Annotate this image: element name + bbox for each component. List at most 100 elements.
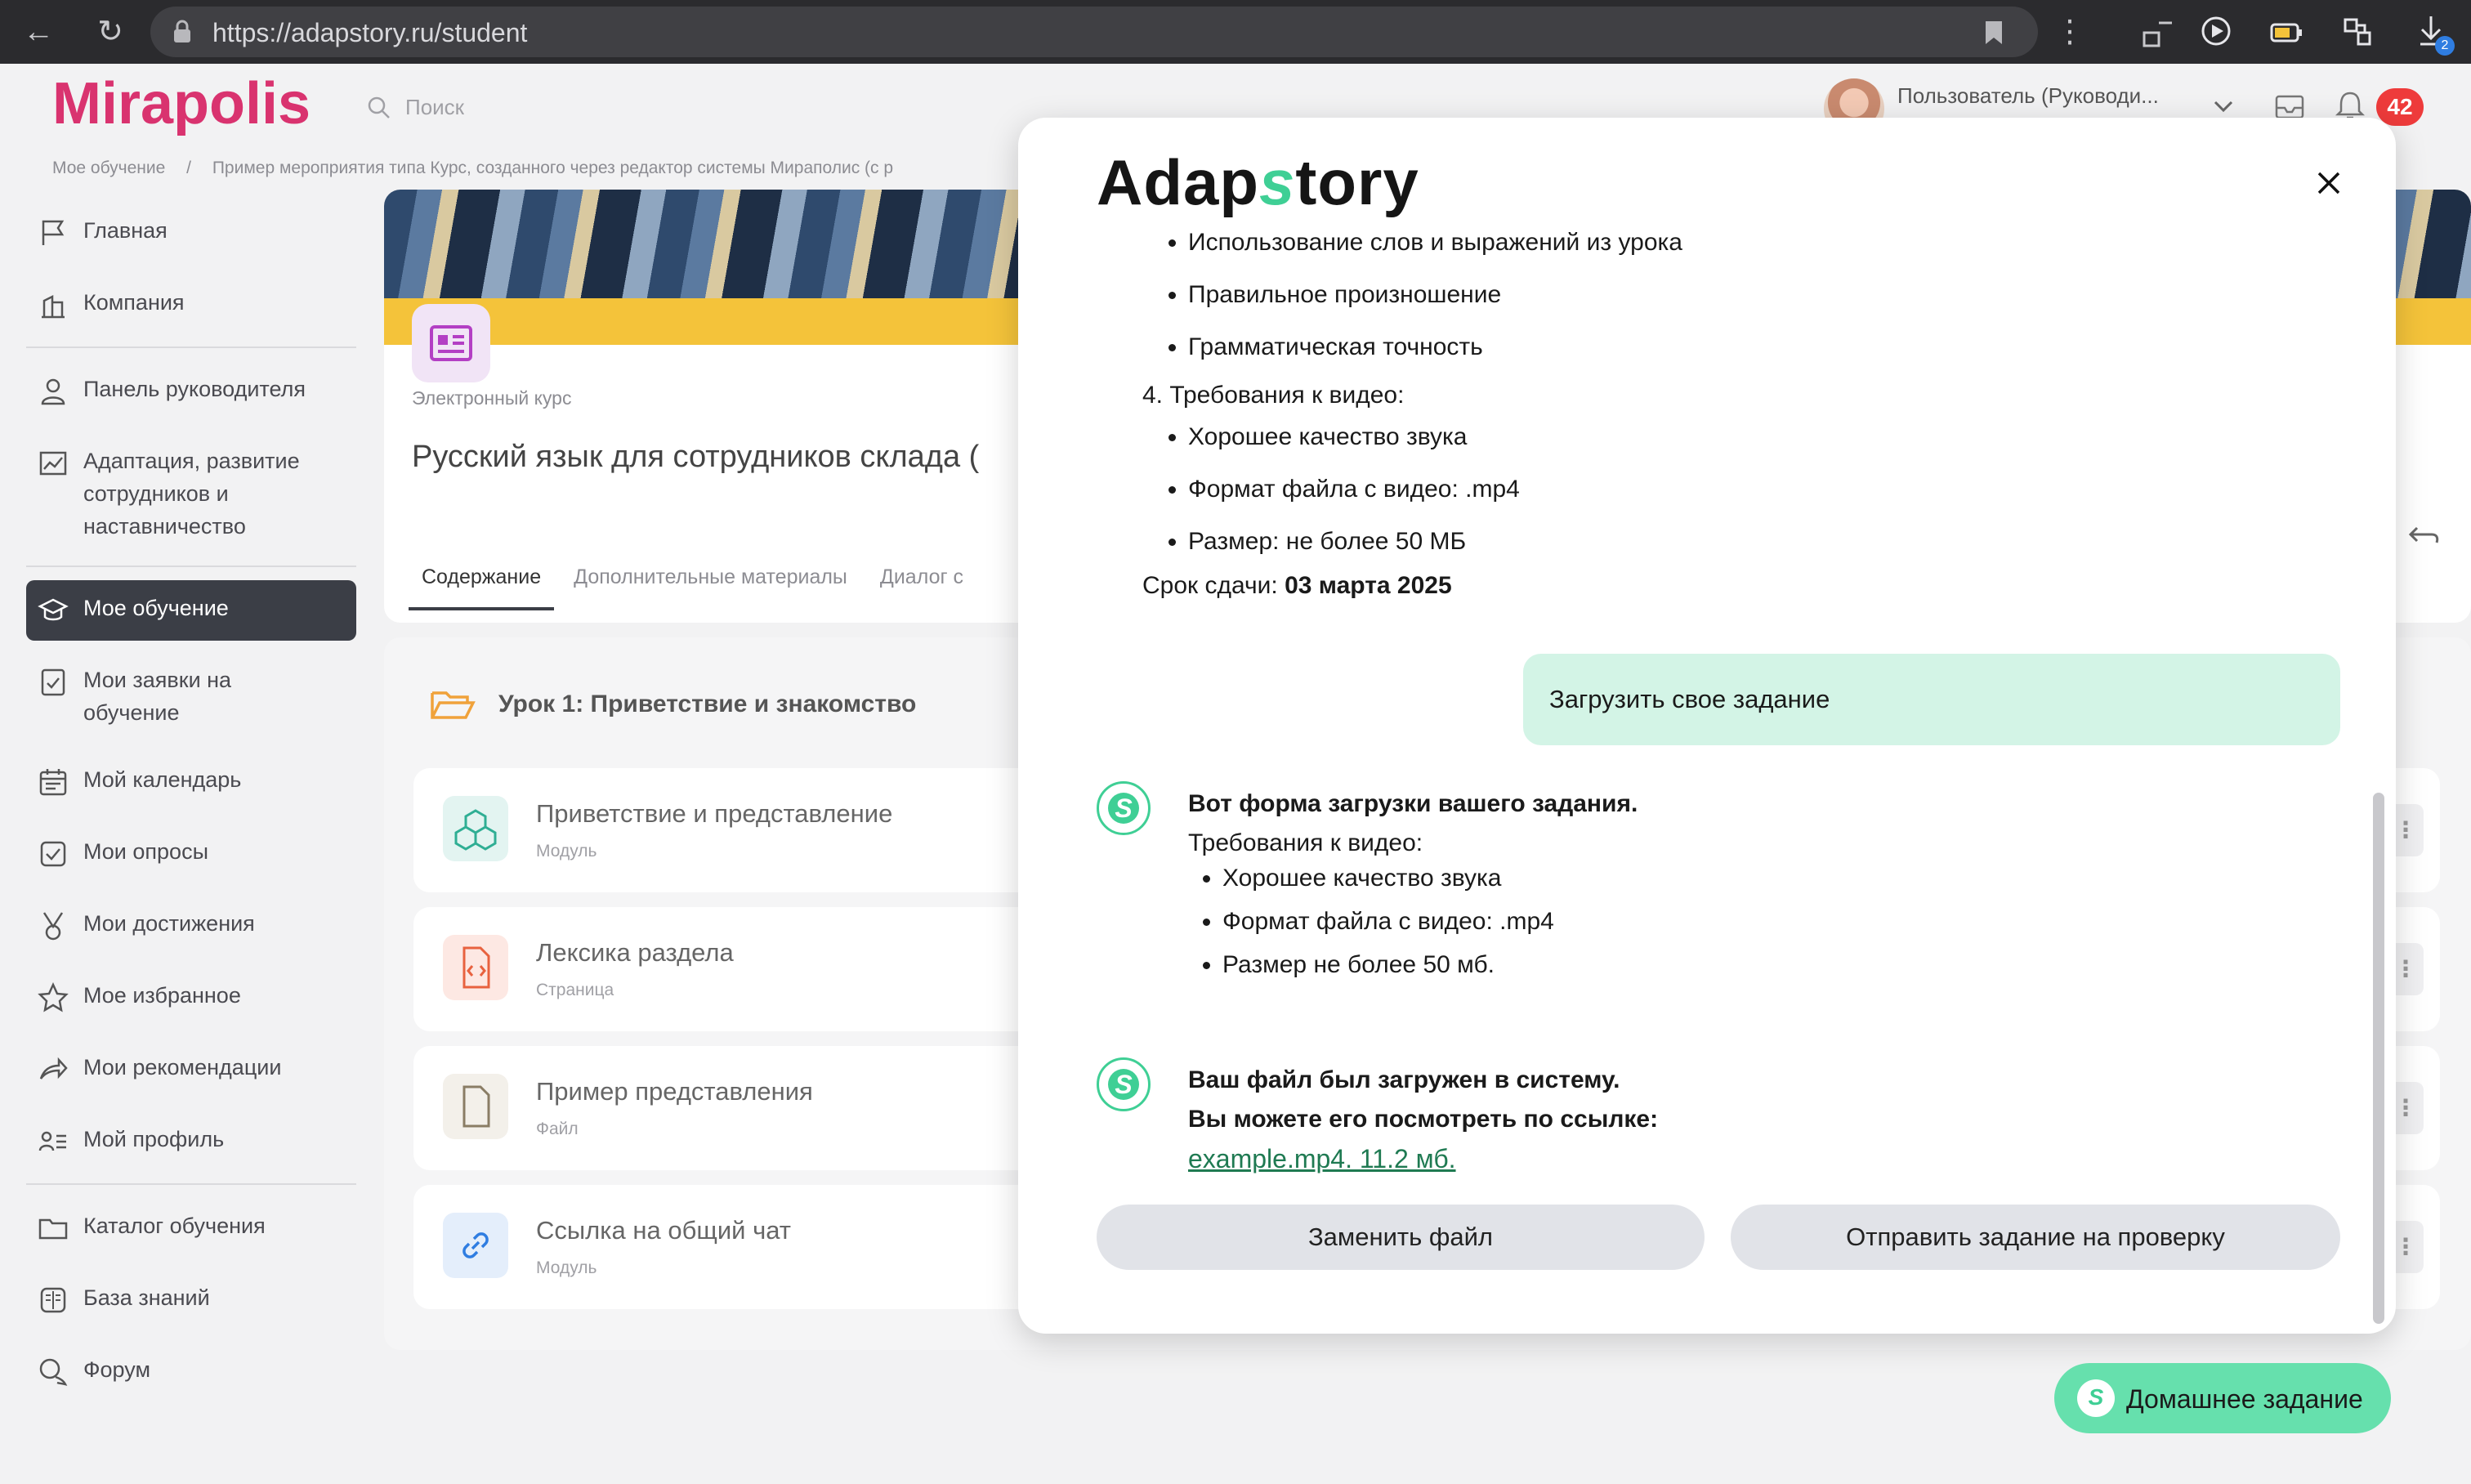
flag-icon (42, 220, 65, 245)
sidebar-item-calendar[interactable]: Мой календарь (26, 752, 356, 812)
close-icon[interactable] (2311, 165, 2347, 201)
sidebar-item-requests[interactable]: Мои заявки на обучение (26, 652, 356, 740)
lesson-item-title: Пример представления (536, 1077, 813, 1106)
module-icon-box (443, 796, 508, 861)
sidebar-item-label: Мои рекомендации (83, 1055, 282, 1079)
sidebar-item-label: Мои заявки на обучение (83, 668, 232, 725)
link-icon-box (443, 1213, 508, 1278)
survey-icon (40, 841, 66, 867)
sidebar-item-recommendations[interactable]: Мои рекомендации (26, 1039, 356, 1100)
sidebar-item-my-learning[interactable]: Мое обучение (26, 580, 356, 641)
requirement-item: Хорошее качество звука (1222, 863, 1638, 893)
link-icon (462, 1232, 489, 1258)
sidebar-item-label: Мой календарь (83, 767, 242, 792)
sidebar: Главная Компания Панель руководителя Ада… (26, 203, 356, 1414)
share-arrow-icon (39, 1057, 68, 1079)
star-icon (38, 982, 69, 1012)
sidebar-item-label: Мое избранное (83, 983, 241, 1008)
chevron-down-icon[interactable] (2211, 96, 2236, 116)
bot-message-line: Ваш файл был загружен в систему. (1188, 1066, 1620, 1093)
inbox-icon[interactable] (2273, 92, 2306, 121)
homework-button[interactable]: S Домашнее задание (2054, 1363, 2391, 1433)
adapstory-bot-avatar: S (1097, 1057, 1151, 1111)
lesson-item-type: Модуль (536, 842, 597, 860)
lesson-item-title: Лексика раздела (536, 938, 734, 967)
modal-scrollbar[interactable] (2373, 793, 2384, 1324)
adapstory-s-icon: S (2077, 1379, 2115, 1417)
reply-arrow-icon (2408, 526, 2439, 543)
bot-message-subtitle: Требования к видео: (1188, 829, 1423, 856)
sidebar-item-adaptation[interactable]: Адаптация, развитие сотрудников и настав… (26, 433, 356, 554)
breadcrumb-separator: / (186, 159, 191, 177)
tab-content[interactable]: Содержание (409, 565, 555, 610)
lesson-item-title: Приветствие и представление (536, 799, 893, 828)
back-arrow-icon[interactable]: ← (20, 13, 57, 51)
sidebar-item-achievements[interactable]: Мои достижения (26, 896, 356, 956)
criteria-item: Использование слов и выражений из урока (1188, 227, 2322, 257)
page-icon-box (443, 935, 508, 1000)
breadcrumb-item[interactable]: Пример мероприятия типа Курс, созданного… (212, 159, 893, 177)
checklist-icon (41, 668, 65, 696)
notifications-badge[interactable]: 42 (2376, 88, 2424, 126)
media-play-icon[interactable] (2200, 15, 2236, 51)
open-folder-icon (431, 691, 476, 719)
calendar-icon (39, 769, 67, 796)
sidebar-item-company[interactable]: Компания (26, 275, 356, 335)
sidebar-item-forum[interactable]: Форум (26, 1342, 356, 1402)
requirement-item: Хорошее качество звука (1188, 422, 2322, 452)
criteria-item: Правильное произношение (1188, 279, 2322, 310)
sidebar-item-profile[interactable]: Мой профиль (26, 1111, 356, 1172)
bot-requirements-list: Хорошее качество звука Формат файла с ви… (1222, 863, 1638, 980)
sidebar-item-label: Форум (83, 1357, 151, 1382)
sidebar-item-surveys[interactable]: Мои опросы (26, 824, 356, 884)
cubes-icon (454, 809, 497, 851)
breadcrumb: Мое обучение / Пример мероприятия типа К… (52, 159, 909, 178)
sidebar-item-favorites[interactable]: Мое избранное (26, 968, 356, 1028)
sidebar-item-catalog[interactable]: Каталог обучения (26, 1198, 356, 1258)
deadline-value: 03 марта 2025 (1285, 572, 1452, 599)
sidebar-item-home[interactable]: Главная (26, 203, 356, 263)
browser-toolbar: ← ↻ https://adapstory.ru/student ⋮ 2 (0, 0, 2471, 64)
sidebar-item-label: Панель руководителя (83, 377, 306, 401)
graduation-cap-icon (38, 598, 69, 621)
downloads-button[interactable]: 2 (2411, 11, 2460, 57)
uploaded-file-link[interactable]: example.mp4. 11.2 мб. (1188, 1144, 1456, 1173)
course-tabs: Содержание Дополнительные материалы Диал… (409, 565, 983, 610)
adapstory-bot-avatar: S (1097, 781, 1151, 835)
download-count-badge: 2 (2435, 36, 2455, 56)
sidebar-item-manager-panel[interactable]: Панель руководителя (26, 361, 356, 422)
criteria-item: Грамматическая точность (1188, 332, 2322, 362)
criteria-list: Использование слов и выражений из урока … (1188, 227, 2322, 362)
breadcrumb-item[interactable]: Мое обучение (52, 159, 165, 177)
deadline-label: Срок сдачи: (1142, 572, 1278, 599)
share-button[interactable] (2399, 510, 2451, 562)
mirapolis-logo[interactable]: Mirapolis (52, 70, 311, 137)
logo-part: tory (1295, 146, 1419, 218)
code-file-icon (462, 946, 490, 989)
profile-list-icon (38, 1131, 66, 1151)
user-name[interactable]: Пользователь (Руководи... (1897, 83, 2159, 109)
address-bar[interactable]: https://adapstory.ru/student (150, 7, 2038, 57)
sidebar-item-label: Мой профиль (83, 1127, 225, 1151)
replace-file-button[interactable]: Заменить файл (1097, 1205, 1705, 1270)
bookmark-icon[interactable] (1984, 20, 2004, 46)
screen-capture-icon[interactable] (2141, 15, 2177, 51)
video-requirements-heading: 4. Требования к видео: (1142, 382, 1405, 409)
book-icon (40, 1287, 66, 1313)
url-text: https://adapstory.ru/student (212, 18, 528, 47)
search-placeholder: Поиск (405, 95, 465, 119)
user-message-bubble: Загрузить свое задание (1523, 654, 2340, 745)
tab-additional-materials[interactable]: Дополнительные материалы (561, 565, 860, 610)
battery-icon[interactable] (2268, 15, 2304, 51)
lesson-header[interactable]: Урок 1: Приветствие и знакомство (430, 686, 916, 722)
adapstory-logo: Adapstory (1097, 145, 1419, 220)
reload-icon[interactable]: ↻ (92, 13, 129, 51)
deadline: Срок сдачи: 03 марта 2025 (1142, 572, 2322, 600)
tab-dialog[interactable]: Диалог с (867, 565, 976, 610)
extensions-icon[interactable] (2340, 15, 2376, 51)
submit-assignment-button[interactable]: Отправить задание на проверку (1731, 1205, 2340, 1270)
more-vertical-icon[interactable]: ⋮ (2051, 13, 2089, 51)
homework-button-label: Домашнее задание (2126, 1384, 2363, 1414)
sidebar-item-knowledge-base[interactable]: База знаний (26, 1270, 356, 1330)
video-requirements-list: Хорошее качество звука Формат файла с ви… (1188, 422, 2322, 556)
